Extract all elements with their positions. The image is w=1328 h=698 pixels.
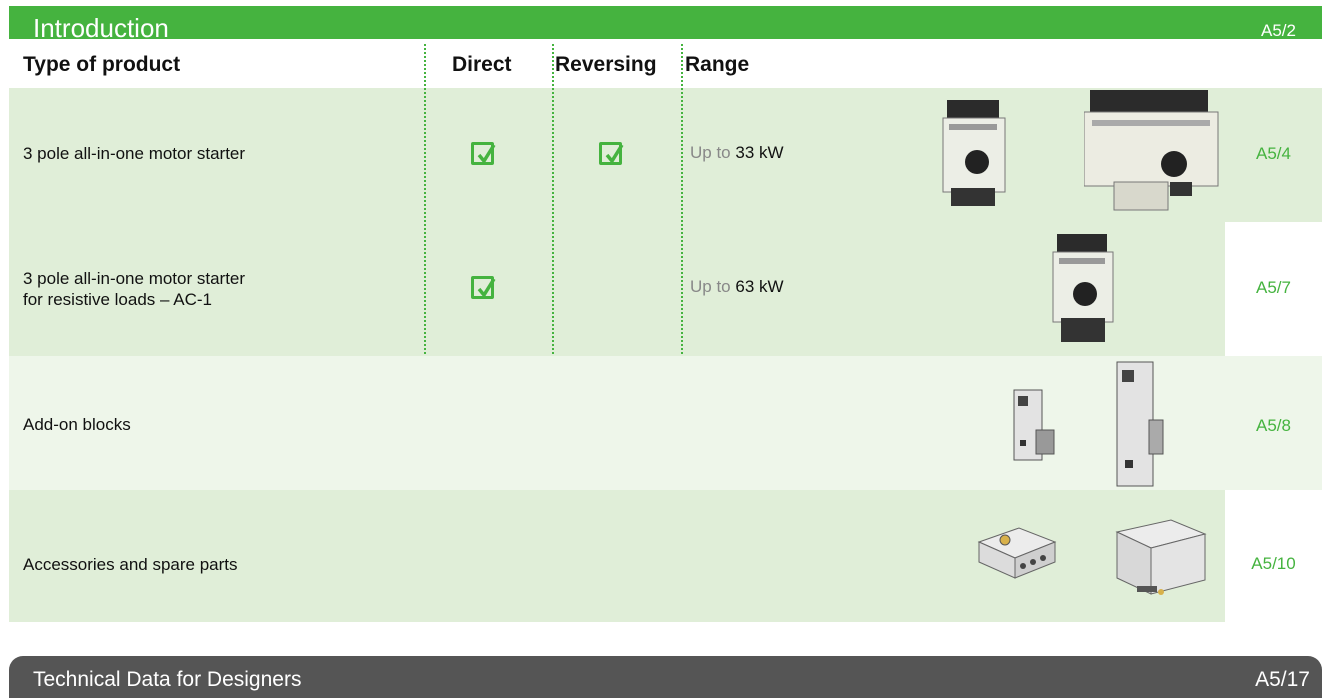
header-type-of-product: Type of product: [23, 53, 181, 76]
ref-cell: A5/4: [1225, 88, 1322, 222]
header-direct: Direct: [452, 53, 512, 76]
column-divider: [424, 44, 426, 354]
direct-check-icon: [471, 142, 496, 165]
section-title: Technical Data for Designers: [33, 668, 302, 691]
row-product-name: 3 pole all-in-one motor starter: [23, 269, 246, 288]
section-page-ref[interactable]: A5/17: [1255, 668, 1310, 692]
row-page-ref-link[interactable]: A5/10: [1225, 554, 1322, 574]
accessory-block-image: [1115, 519, 1207, 595]
row-page-ref-link[interactable]: A5/8: [1225, 416, 1322, 436]
section-header-technical-data: Technical Data for Designers A5/17: [9, 656, 1322, 698]
add-on-block-small-image: [1013, 389, 1055, 461]
accessory-cover-image: [977, 527, 1057, 579]
table-row: 3 pole all-in-one motor starter for resi…: [9, 222, 1322, 356]
row-page-ref-link[interactable]: A5/4: [1225, 144, 1322, 164]
add-on-block-large-image: [1116, 361, 1164, 487]
header-range: Range: [685, 53, 750, 76]
row-product-name: Add-on blocks: [23, 415, 131, 434]
row-range: Up to 63 kW: [690, 277, 784, 296]
row-product-name: Accessories and spare parts: [23, 555, 238, 574]
ref-cell: A5/8: [1225, 356, 1322, 490]
table-header: Type of product Direct Reversing Range: [9, 40, 1322, 82]
motor-starter-reversing-image: [1084, 90, 1219, 211]
ref-cell: A5/7: [1225, 222, 1322, 356]
section-page-ref[interactable]: A5/2: [1261, 21, 1296, 41]
reversing-check-icon: [599, 142, 624, 165]
table-row: 3 pole all-in-one motor starter Up to 33…: [9, 88, 1322, 222]
column-divider: [552, 44, 554, 354]
row-range: Up to 33 kW: [690, 143, 784, 162]
ref-cell: A5/10: [1225, 490, 1322, 622]
direct-check-icon: [471, 276, 496, 299]
motor-starter-ac1-image: [1052, 234, 1114, 342]
row-product-name-line2: for resistive loads – AC-1: [23, 290, 212, 309]
section-header-introduction: Introduction A5/2: [9, 6, 1322, 43]
motor-starter-small-image: [942, 100, 1006, 206]
row-page-ref-link[interactable]: A5/7: [1225, 278, 1322, 298]
column-divider: [681, 44, 683, 354]
table-row: Add-on blocks A5/8: [9, 356, 1322, 490]
table-row: Accessories and spare parts A5/10: [9, 490, 1322, 622]
header-reversing: Reversing: [555, 53, 657, 76]
row-product-name: 3 pole all-in-one motor starter: [23, 144, 246, 163]
